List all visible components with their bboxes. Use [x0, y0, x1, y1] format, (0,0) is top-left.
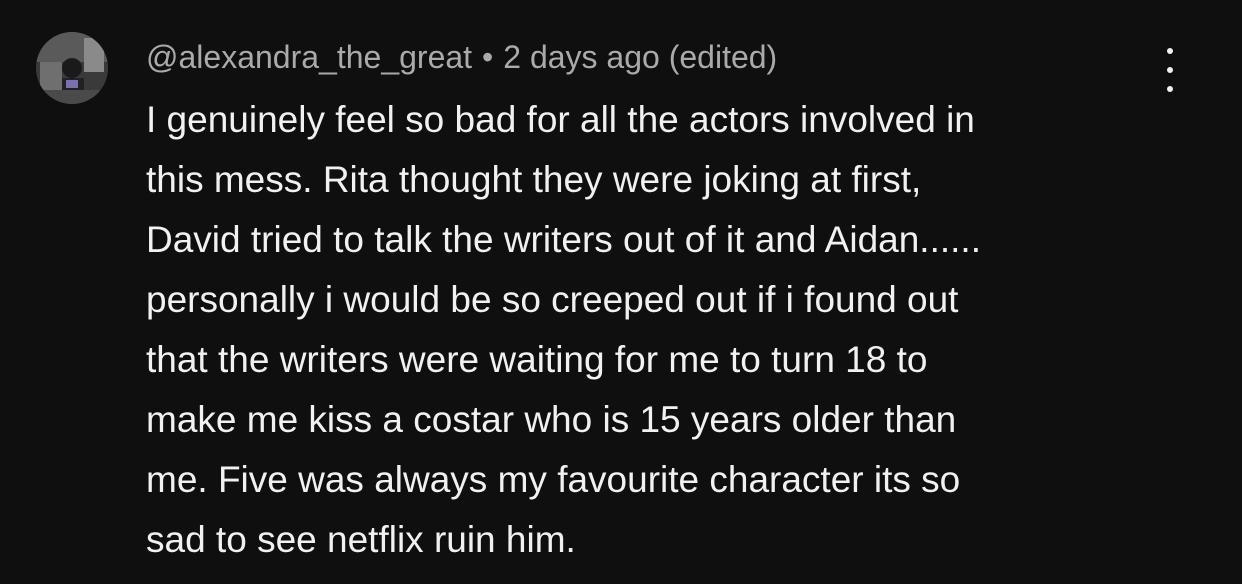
author-handle[interactable]: @alexandra_the_great: [146, 39, 472, 75]
comment-meta: @alexandra_the_great • 2 days ago (edited): [146, 38, 777, 76]
avatar-photo: [36, 32, 108, 104]
comment-text-line: that the writers were waiting for me to …: [146, 339, 928, 380]
menu-dot: [1167, 86, 1173, 92]
meta-separator: •: [482, 39, 494, 75]
more-vertical-icon[interactable]: [1150, 48, 1190, 92]
comment-text-line: make me kiss a costar who is 15 years ol…: [146, 399, 957, 440]
comment-text: I genuinely feel so bad for all the acto…: [146, 90, 1146, 570]
comment-timestamp: 2 days ago (edited): [503, 39, 778, 75]
avatar[interactable]: [36, 32, 108, 104]
menu-dot: [1167, 48, 1173, 54]
comment-text-line: I genuinely feel so bad for all the acto…: [146, 99, 975, 140]
comment-text-line: personally i would be so creeped out if …: [146, 279, 959, 320]
comment-text-line: David tried to talk the writers out of i…: [146, 219, 981, 260]
comment-text-line: sad to see netflix ruin him.: [146, 519, 576, 560]
menu-dot: [1167, 67, 1173, 73]
comment: @alexandra_the_great • 2 days ago (edited)…: [0, 0, 1242, 584]
comment-text-line: me. Five was always my favourite charact…: [146, 459, 961, 500]
comment-text-line: this mess. Rita thought they were joking…: [146, 159, 922, 200]
